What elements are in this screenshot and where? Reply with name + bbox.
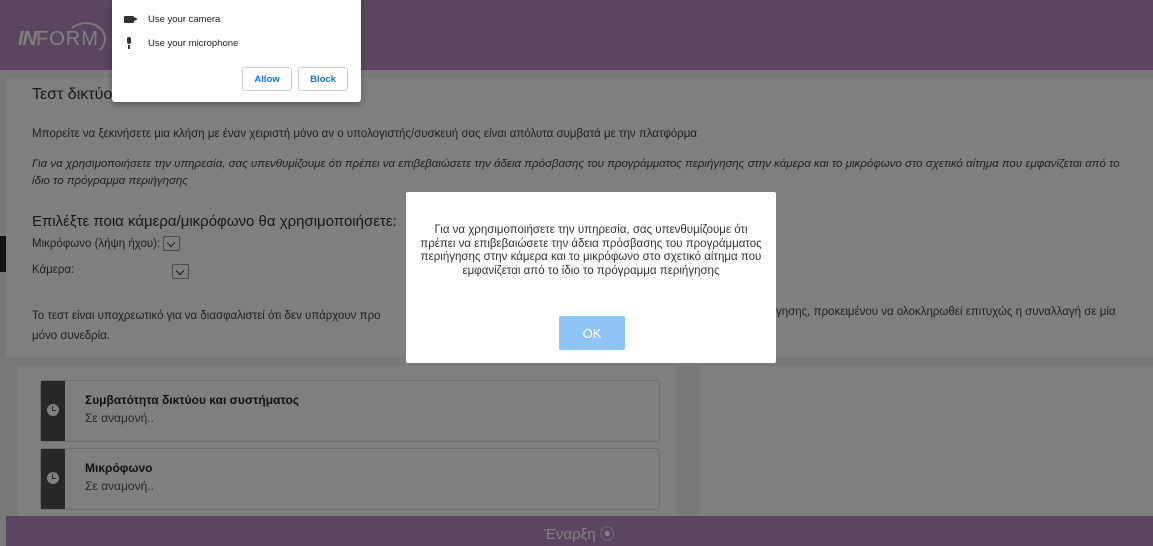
- camera-permission-row: Use your camera: [124, 14, 220, 25]
- camera-permission-label: Use your camera: [148, 14, 221, 25]
- permission-prompt: Use your camera Use your microphone Allo…: [112, 0, 361, 102]
- ok-button[interactable]: OK: [559, 316, 625, 350]
- dialog-message: Για να χρησιμοποιήσετε την υπηρεσία, σας…: [420, 224, 762, 277]
- microphone-permission-label: Use your microphone: [148, 37, 239, 49]
- block-button[interactable]: Block: [298, 67, 348, 91]
- camera-icon: [124, 16, 138, 23]
- allow-button[interactable]: Allow: [242, 67, 292, 91]
- microphone-permission-row: Use your microphone: [124, 37, 238, 49]
- permission-reminder-dialog: Για να χρησιμοποιήσετε την υπηρεσία, σας…: [406, 192, 776, 363]
- microphone-icon: [124, 37, 134, 49]
